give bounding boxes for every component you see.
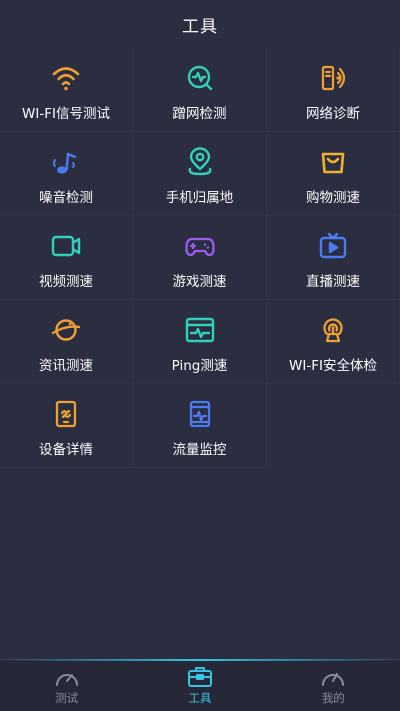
tab-test[interactable]: 测试 (0, 660, 133, 711)
network-search-icon (185, 64, 215, 92)
ping-monitor-icon (185, 316, 215, 344)
video-camera-icon (51, 232, 81, 260)
tool-ping-speed[interactable]: Ping测速 (133, 300, 267, 384)
toolbox-icon (187, 666, 212, 687)
profile-gauge-icon (322, 672, 345, 686)
tool-label: WI-FI信号测试 (22, 106, 110, 122)
tool-label: 噪音检测 (39, 190, 93, 206)
wifi-icon (51, 64, 81, 92)
tool-label: 购物测速 (306, 190, 360, 206)
tool-live-speed[interactable]: 直播测速 (267, 216, 400, 300)
traffic-monitor-icon (185, 400, 215, 428)
tool-wifi-signal-test[interactable]: WI-FI信号测试 (0, 48, 133, 132)
bottom-tab-bar: 测试 工具 我的 (0, 659, 400, 711)
location-pin-icon (185, 147, 215, 176)
tools-grid: WI-FI信号测试 蹭网检测 网络诊断 噪音检测 手机归属地 购物测速 视频测速… (0, 48, 400, 468)
tool-video-speed[interactable]: 视频测速 (0, 216, 133, 300)
tab-label: 测试 (55, 690, 79, 705)
tool-traffic-monitor[interactable]: 流量监控 (133, 384, 267, 468)
tool-label: Ping测速 (171, 358, 228, 374)
tool-label: 视频测速 (39, 274, 93, 290)
tool-news-speed[interactable]: 资讯测速 (0, 300, 133, 384)
tool-label: WI-FI安全体检 (289, 358, 377, 374)
tab-tools[interactable]: 工具 (133, 660, 266, 711)
tool-label: 蹭网检测 (172, 106, 227, 122)
tool-shopping-speed[interactable]: 购物测速 (267, 132, 400, 216)
tab-label: 我的 (321, 690, 345, 705)
noise-icon (51, 148, 81, 176)
shopping-bag-icon (318, 148, 348, 176)
tool-label: 游戏测速 (172, 274, 227, 290)
tool-label: 资讯测速 (39, 358, 93, 374)
speedometer-icon (55, 673, 78, 686)
news-planet-icon (51, 316, 81, 344)
tool-wifi-leech-detect[interactable]: 蹭网检测 (133, 48, 267, 132)
tool-device-details[interactable]: 设备详情 (0, 384, 133, 468)
tab-label: 工具 (188, 690, 212, 705)
tool-phone-location[interactable]: 手机归属地 (133, 132, 267, 216)
tool-label: 流量监控 (172, 442, 227, 458)
tool-wifi-security-check[interactable]: WI-FI安全体检 (267, 300, 400, 384)
title-bar: 工具 (0, 0, 400, 48)
live-tv-icon (318, 232, 348, 260)
tools-screen: 工具 WI-FI信号测试 蹭网检测 网络诊断 噪音检测 手机归属地 购物测速 视… (0, 0, 400, 711)
page-title: 工具 (182, 16, 218, 37)
diagnosis-icon (318, 64, 348, 92)
tool-label: 直播测速 (306, 274, 360, 290)
tab-mine[interactable]: 我的 (267, 660, 400, 711)
device-info-icon (51, 400, 81, 428)
gamepad-icon (184, 232, 215, 260)
tool-network-diagnosis[interactable]: 网络诊断 (267, 48, 400, 132)
tool-label: 手机归属地 (165, 190, 234, 206)
tab-bar-accent-line (0, 659, 400, 661)
tool-label: 网络诊断 (306, 106, 360, 122)
tool-noise-detect[interactable]: 噪音检测 (0, 132, 133, 216)
wifi-security-icon (318, 316, 348, 344)
tool-label: 设备详情 (39, 442, 93, 458)
tool-game-speed[interactable]: 游戏测速 (133, 216, 267, 300)
